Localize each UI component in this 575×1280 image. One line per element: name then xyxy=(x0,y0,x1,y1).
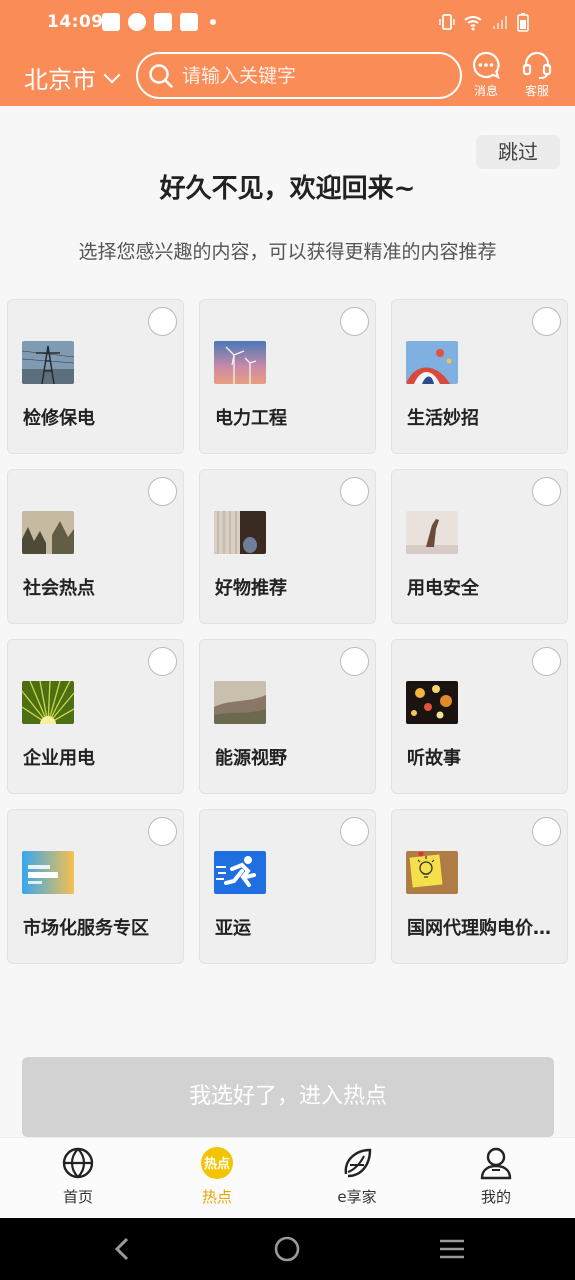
back-icon[interactable] xyxy=(110,1236,134,1262)
nav-mine[interactable]: 我的 xyxy=(456,1146,536,1207)
chevron-down-icon xyxy=(103,66,121,83)
card-label: 国网代理购电价格... xyxy=(407,918,562,939)
system-nav-bar xyxy=(0,1218,575,1280)
select-radio[interactable] xyxy=(340,477,369,506)
skip-button[interactable]: 跳过 xyxy=(476,135,560,169)
misty-forest-photo-icon xyxy=(22,511,74,554)
chat-bubble-icon xyxy=(473,51,500,79)
desert-landscape-photo-icon xyxy=(214,681,266,724)
interest-card[interactable]: 电力工程 xyxy=(199,299,376,454)
nav-home-label: 首页 xyxy=(62,1188,93,1206)
card-label: 亚运 xyxy=(215,918,251,939)
app-header: 14:09 北京市 消息 客服 xyxy=(0,0,575,106)
interest-card[interactable]: 国网代理购电价格... xyxy=(391,809,568,964)
power-tower-photo-icon xyxy=(22,341,74,384)
city-selector[interactable]: 北京市 xyxy=(24,60,121,95)
wifi-icon xyxy=(464,16,482,31)
signal-icon xyxy=(493,16,507,29)
page-title: 好久不见，欢迎回来~ xyxy=(159,174,416,204)
card-label: 检修保电 xyxy=(23,408,95,429)
interest-card[interactable]: 检修保电 xyxy=(7,299,184,454)
card-label: 用电安全 xyxy=(407,578,479,599)
recents-menu-icon[interactable] xyxy=(438,1237,466,1261)
messages-label: 消息 xyxy=(473,84,498,98)
system-status-icons xyxy=(439,12,529,32)
bottom-nav: 首页 热点 热点 e享家 我的 xyxy=(0,1137,575,1218)
card-label: 能源视野 xyxy=(215,748,287,769)
bokeh-lights-photo-icon xyxy=(406,681,458,724)
select-radio[interactable] xyxy=(340,817,369,846)
notification-icons xyxy=(102,13,216,31)
interest-card[interactable]: 生活妙招 xyxy=(391,299,568,454)
online-hall-banner-icon xyxy=(22,851,74,894)
interest-card[interactable]: 企业用电 xyxy=(7,639,184,794)
user-icon xyxy=(480,1147,512,1180)
battery-icon xyxy=(517,13,529,32)
search-icon xyxy=(149,63,173,88)
wind-turbine-photo-icon xyxy=(214,341,266,384)
service-label: 客服 xyxy=(524,84,549,98)
vibrate-icon xyxy=(439,14,455,30)
interest-card[interactable]: 亚运 xyxy=(199,809,376,964)
headset-icon xyxy=(522,51,552,79)
app-notification-icon xyxy=(128,13,146,31)
lightbulb-note-photo-icon xyxy=(406,851,458,894)
nav-mine-label: 我的 xyxy=(480,1188,511,1206)
status-time: 14:09 xyxy=(47,12,104,32)
select-radio[interactable] xyxy=(340,647,369,676)
select-radio[interactable] xyxy=(532,307,561,336)
mail-notification-icon-2 xyxy=(154,13,172,31)
mail-notification-icon xyxy=(102,13,120,31)
interest-card[interactable]: 好物推荐 xyxy=(199,469,376,624)
nav-hot-label: 热点 xyxy=(201,1188,232,1206)
nav-ejiajia-label: e享家 xyxy=(337,1188,377,1206)
search-input[interactable] xyxy=(182,64,442,87)
running-man-icon xyxy=(214,851,266,894)
select-radio[interactable] xyxy=(532,817,561,846)
city-name: 北京市 xyxy=(24,66,96,94)
hot-air-balloon-photo-icon xyxy=(406,341,458,384)
card-label: 市场化服务专区 xyxy=(23,918,149,939)
select-radio[interactable] xyxy=(148,307,177,336)
interest-card[interactable]: 社会热点 xyxy=(7,469,184,624)
confirm-button[interactable]: 我选好了，进入热点 xyxy=(22,1057,554,1137)
card-label: 好物推荐 xyxy=(215,578,287,599)
globe-icon xyxy=(62,1147,94,1179)
select-radio[interactable] xyxy=(148,477,177,506)
more-notifications-dot xyxy=(210,19,216,25)
select-radio[interactable] xyxy=(148,817,177,846)
hot-badge-icon: 热点 xyxy=(201,1147,233,1179)
select-radio[interactable] xyxy=(148,647,177,676)
nav-ejiajia[interactable]: e享家 xyxy=(317,1146,397,1207)
interest-card[interactable]: 能源视野 xyxy=(199,639,376,794)
raised-hand-photo-icon xyxy=(406,511,458,554)
e-leaf-icon xyxy=(344,1148,372,1178)
select-radio[interactable] xyxy=(532,477,561,506)
interest-card[interactable]: 听故事 xyxy=(391,639,568,794)
home-circle-icon[interactable] xyxy=(273,1235,301,1263)
interest-card[interactable]: 用电安全 xyxy=(391,469,568,624)
status-bar: 14:09 xyxy=(0,0,575,46)
customer-service-button[interactable]: 客服 xyxy=(517,50,557,99)
nav-home[interactable]: 首页 xyxy=(38,1146,118,1207)
select-radio[interactable] xyxy=(340,307,369,336)
sunburst-leaf-photo-icon xyxy=(22,681,74,724)
messages-button[interactable]: 消息 xyxy=(466,50,506,99)
card-label: 生活妙招 xyxy=(407,408,479,429)
interest-card[interactable]: 市场化服务专区 xyxy=(7,809,184,964)
card-label: 听故事 xyxy=(407,748,461,769)
select-radio[interactable] xyxy=(532,647,561,676)
svg-text:热点: 热点 xyxy=(204,1156,230,1172)
search-bar[interactable] xyxy=(136,52,462,99)
card-label: 电力工程 xyxy=(215,408,287,429)
shield-notification-icon xyxy=(180,13,198,31)
curtain-vase-photo-icon xyxy=(214,511,266,554)
card-label: 企业用电 xyxy=(23,748,95,769)
page-subtitle: 选择您感兴趣的内容，可以获得更精准的内容推荐 xyxy=(78,241,497,263)
card-label: 社会热点 xyxy=(23,578,95,599)
nav-hot[interactable]: 热点 热点 xyxy=(177,1146,257,1207)
